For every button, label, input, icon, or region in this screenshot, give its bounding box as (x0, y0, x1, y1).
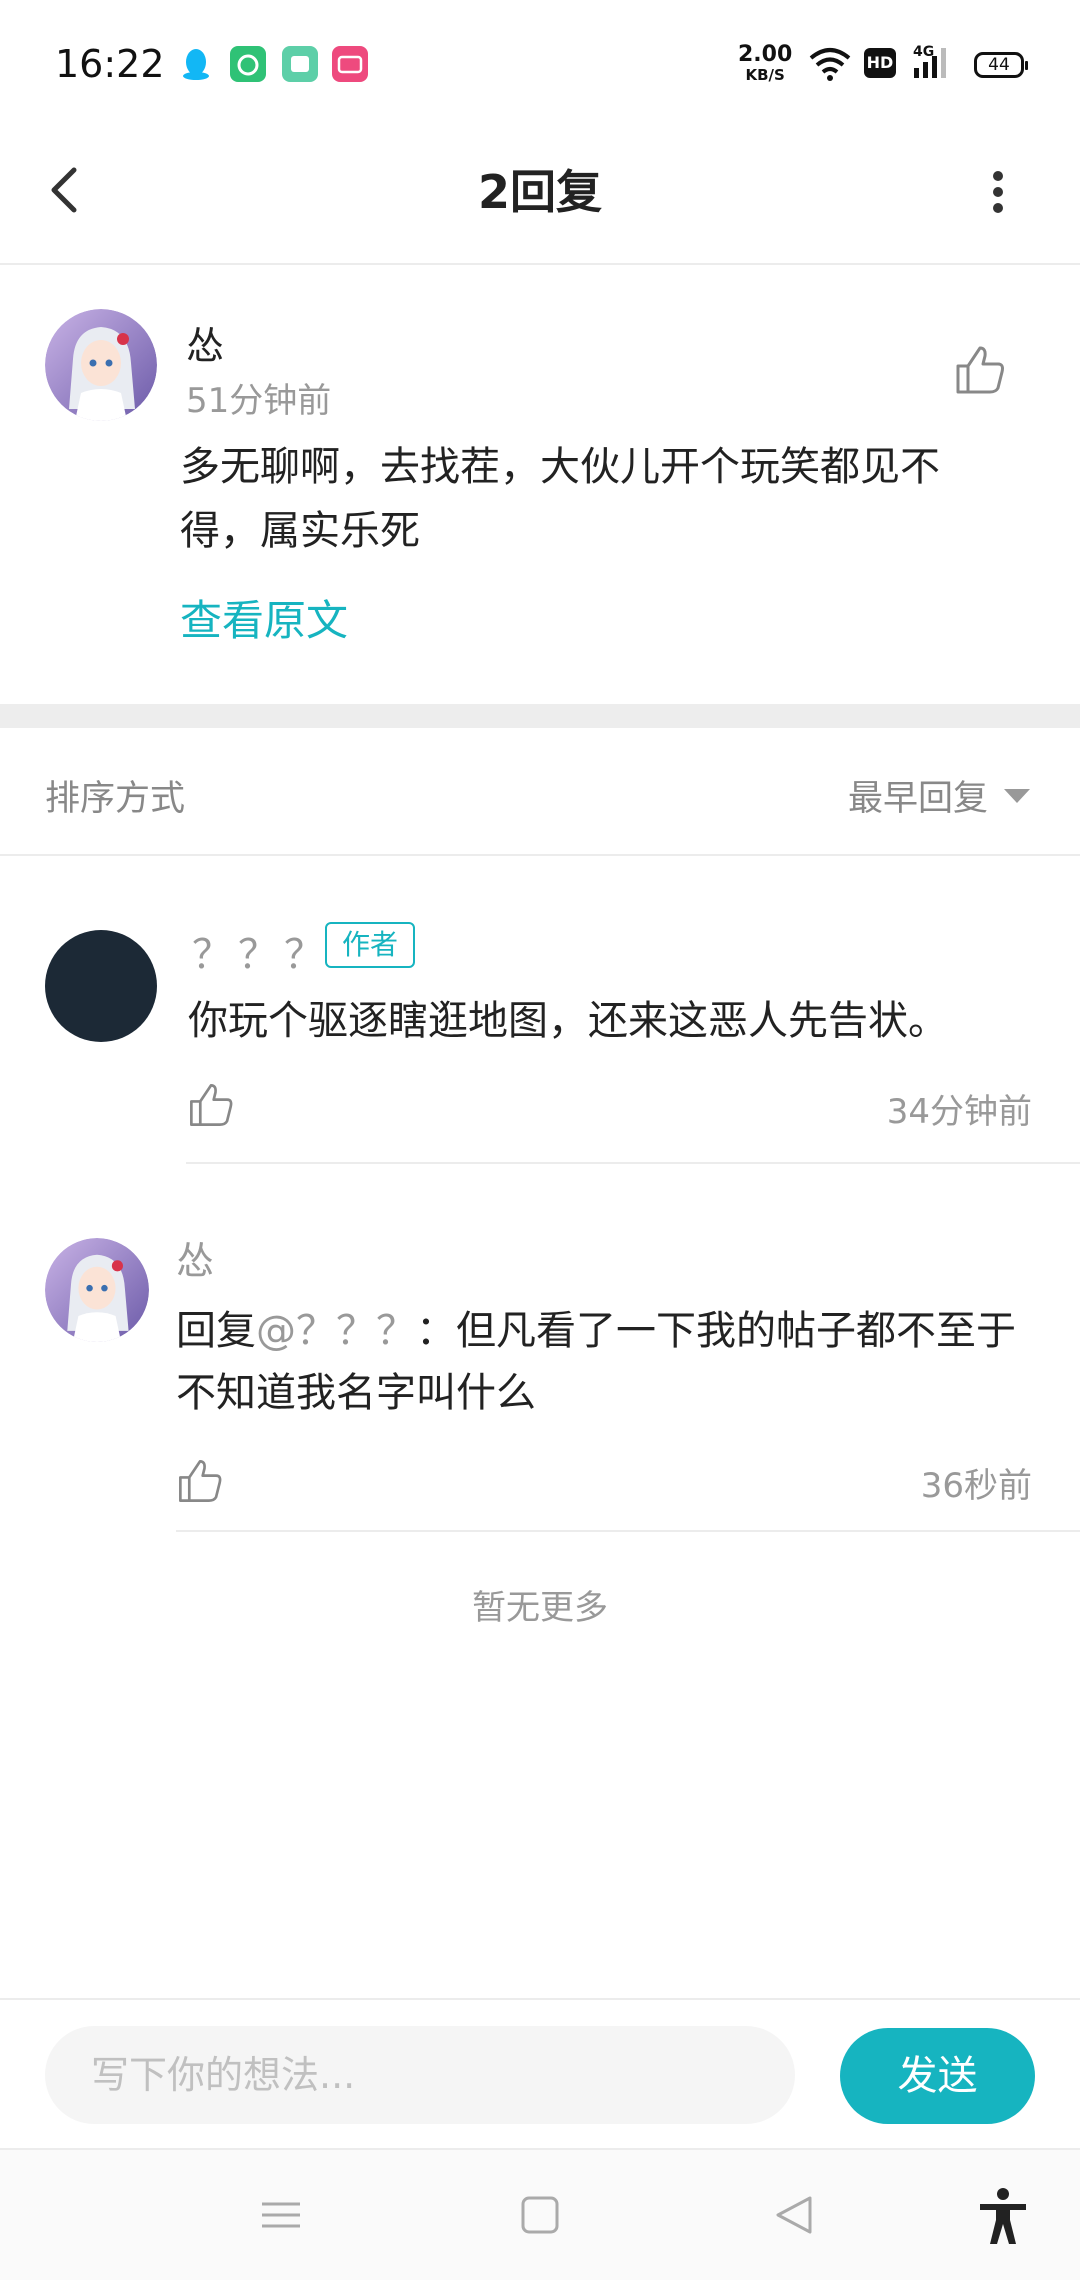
system-navigation-bar (0, 2150, 1080, 2280)
top-app-bar: 2回复 (0, 130, 1080, 265)
section-divider (0, 704, 1080, 728)
reply-author[interactable]: ？？？ (192, 922, 330, 980)
like-button[interactable] (186, 1080, 236, 1130)
avatar[interactable] (45, 1238, 149, 1342)
sort-selected-value: 最早回复 (847, 779, 988, 819)
status-bar: 16:22 2.00 KB/S HD 4G 44 (0, 0, 1080, 130)
menu-button[interactable] (246, 2180, 316, 2250)
network-speed: 2.00 KB/S (738, 42, 793, 84)
reply-prefix: 回复 (176, 1308, 256, 1354)
send-button[interactable]: 发送 (840, 2028, 1035, 2124)
reply-item: 怂 回复@？？？：但凡看了一下我的帖子都不至于不知道我名字叫什么 36秒前 (0, 1166, 1080, 1532)
system-back-button[interactable] (760, 2180, 830, 2250)
thumbs-up-icon (190, 1084, 233, 1126)
home-square-icon (521, 2196, 559, 2234)
author-badge: 作者 (325, 922, 415, 968)
sort-dropdown[interactable]: 最早回复 (848, 770, 1030, 821)
divider (186, 1162, 1080, 1164)
home-button[interactable] (505, 2180, 575, 2250)
view-original-link[interactable]: 查看原文 (180, 587, 348, 648)
reply-time: 34分钟前 (886, 1092, 1032, 1132)
status-time: 16:22 (55, 42, 165, 86)
comment-time: 51分钟前 (186, 381, 332, 421)
sort-bar: 排序方式 最早回复 (0, 728, 1080, 856)
thumbs-up-icon (179, 1460, 222, 1502)
no-more-text: 暂无更多 (472, 1588, 608, 1628)
app-notification-icon (230, 46, 266, 82)
battery-indicator: 44 (974, 52, 1028, 78)
hd-icon: HD (864, 48, 896, 78)
back-triangle-icon (776, 2196, 812, 2234)
wifi-icon (808, 46, 852, 86)
menu-icon (262, 2202, 300, 2228)
reply-body: 你玩个驱逐瞎逛地图，还来这恶人先告状。 (188, 998, 948, 1044)
comment-input[interactable] (45, 2026, 795, 2124)
accessibility-button[interactable] (968, 2180, 1038, 2250)
avatar[interactable] (45, 930, 157, 1042)
sort-label: 排序方式 (45, 779, 186, 819)
more-vertical-icon (993, 171, 1003, 213)
anime-avatar-icon (45, 1238, 149, 1342)
reply-item: ？？？ 作者 你玩个驱逐瞎逛地图，还来这恶人先告状。 34分钟前 (0, 858, 1080, 1164)
caret-down-icon (1004, 788, 1030, 803)
comment-body: 多无聊啊，去找茬，大伙儿开个玩笑都见不得，属实乐死 (180, 444, 940, 554)
reply-body: 回复@？？？：但凡看了一下我的帖子都不至于不知道我名字叫什么 (176, 1300, 1036, 1424)
like-button[interactable] (952, 342, 1008, 398)
like-button[interactable] (175, 1456, 225, 1506)
bilibili-icon (332, 46, 368, 82)
divider (176, 1530, 1080, 1532)
more-options-button[interactable] (960, 152, 1040, 232)
cellular-signal-icon: 4G (912, 42, 960, 86)
original-comment: 怂 51分钟前 多无聊啊，去找茬，大伙儿开个玩笑都见不得，属实乐死 查看原文 (0, 267, 1080, 704)
reply-author[interactable]: 怂 (176, 1230, 214, 1285)
reply-time: 36秒前 (920, 1466, 1032, 1506)
accessibility-icon (980, 2188, 1026, 2244)
avatar[interactable] (45, 309, 157, 421)
thumbs-up-icon (956, 346, 1004, 394)
anime-avatar-icon (45, 309, 157, 421)
mention-link[interactable]: @？？？ (256, 1308, 416, 1354)
qq-icon (178, 46, 214, 82)
comment-author[interactable]: 怂 (186, 315, 224, 370)
page-title: 2回复 (477, 165, 602, 219)
cards-app-icon (282, 46, 318, 82)
comment-input-bar: 发送 (0, 1998, 1080, 2150)
network-type-label: 4G (913, 44, 934, 60)
